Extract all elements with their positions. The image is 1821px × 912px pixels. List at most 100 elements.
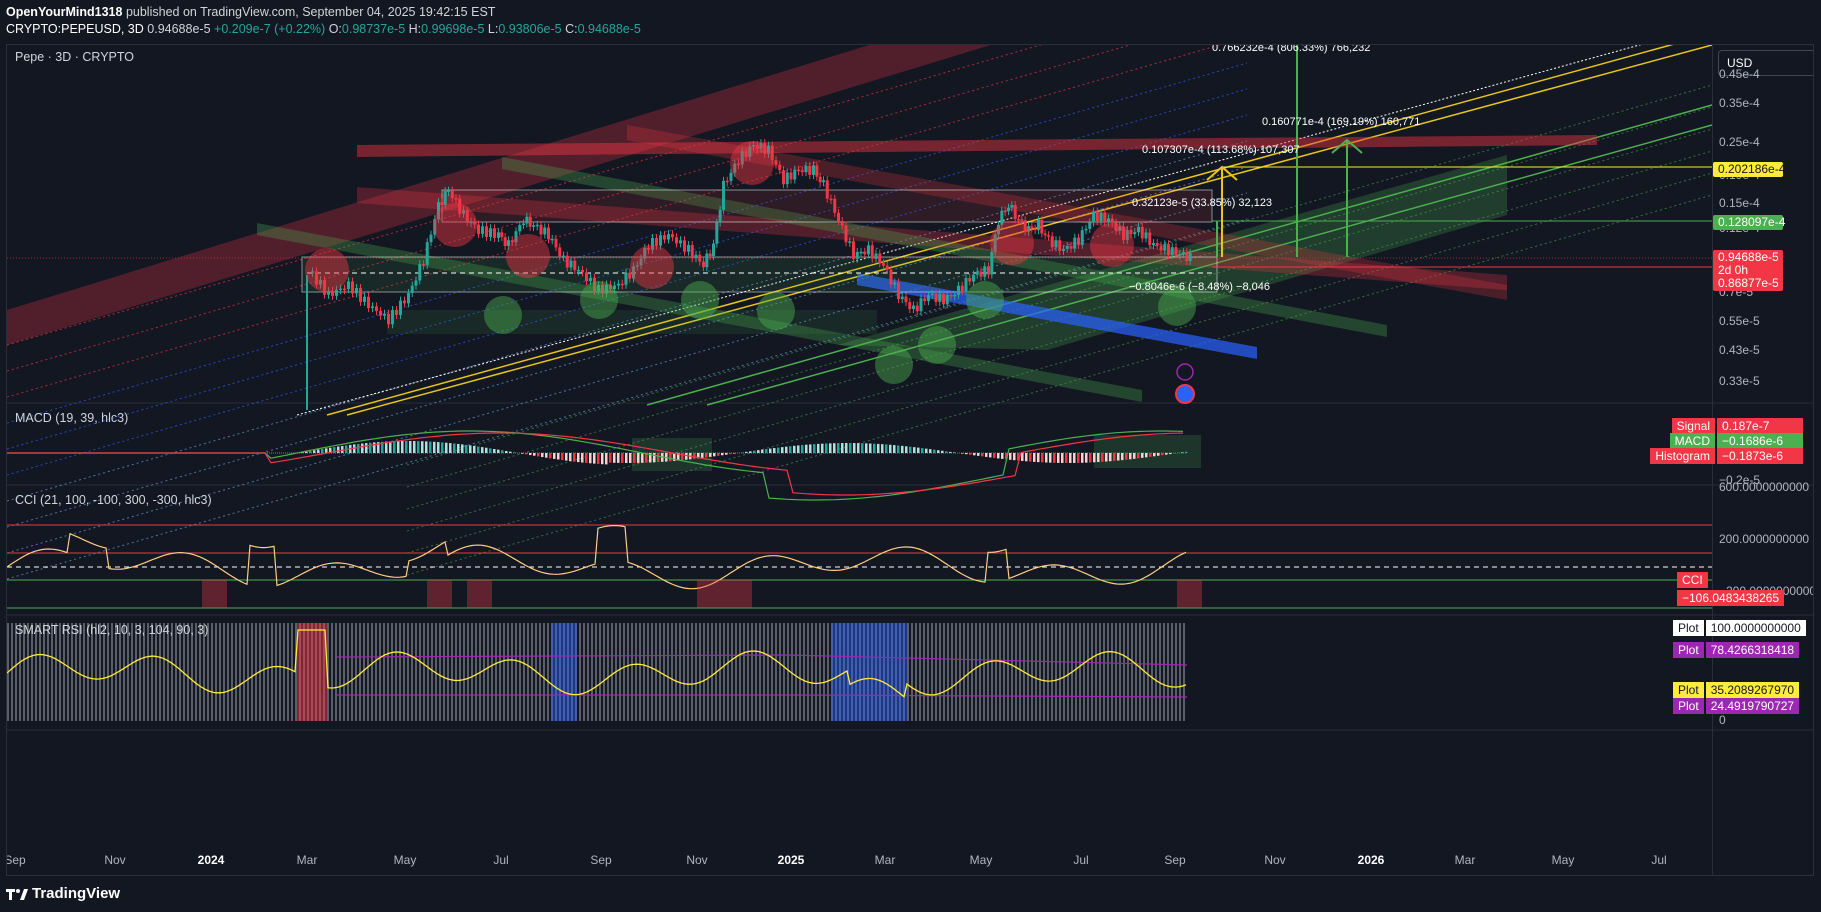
rsi-bar bbox=[1119, 623, 1121, 721]
rsi-bar bbox=[811, 623, 813, 721]
rsi-row-label: Plot bbox=[1673, 698, 1704, 714]
candle-body bbox=[1040, 220, 1044, 234]
rsi-bar bbox=[39, 623, 41, 721]
candle-body bbox=[687, 245, 690, 252]
macd-histogram-bar bbox=[817, 443, 820, 453]
macd-histogram-bar bbox=[1149, 453, 1152, 457]
macd-histogram-bar bbox=[849, 443, 852, 453]
rsi-bar bbox=[515, 623, 517, 721]
candle-body bbox=[1069, 246, 1073, 249]
candle-body bbox=[870, 245, 874, 259]
lightning-icon bbox=[1176, 363, 1194, 381]
rsi-bar bbox=[491, 623, 493, 721]
macd-histogram-bar bbox=[477, 446, 480, 453]
tradingview-logo[interactable]: TradingView bbox=[6, 885, 120, 902]
candle-body bbox=[949, 294, 953, 297]
macd-histogram-bar bbox=[701, 453, 704, 458]
macd-histogram-bar bbox=[1109, 453, 1112, 462]
rsi-bar bbox=[411, 623, 413, 721]
macd-histogram-bar bbox=[629, 453, 632, 463]
swing-high-marker bbox=[506, 234, 550, 278]
rsi-bar bbox=[1171, 623, 1173, 721]
rsi-bar bbox=[455, 623, 457, 721]
macd-histogram-bar bbox=[625, 453, 628, 463]
candle-body bbox=[833, 198, 837, 213]
rsi-bar bbox=[467, 623, 469, 721]
candle-body bbox=[1017, 219, 1020, 221]
macd-histogram-bar bbox=[561, 453, 564, 461]
rsi-bar bbox=[599, 623, 601, 721]
candle-body bbox=[829, 198, 833, 201]
macd-histogram-bar bbox=[881, 444, 884, 453]
rsi-bar bbox=[979, 623, 981, 721]
rsi-bar bbox=[443, 623, 445, 721]
candle-body bbox=[953, 294, 957, 297]
candle-body bbox=[972, 274, 975, 282]
macd-histogram-bar bbox=[837, 443, 840, 453]
rsi-bar bbox=[1003, 623, 1005, 721]
rsi-bar bbox=[1167, 623, 1169, 721]
candle-body bbox=[558, 247, 562, 257]
macd-histogram-bar bbox=[693, 453, 696, 459]
rsi-bar bbox=[371, 623, 373, 721]
rsi-row-label: Plot bbox=[1673, 682, 1704, 698]
time-axis-label: Sep bbox=[6, 853, 26, 867]
macd-histogram-bar bbox=[1113, 453, 1116, 461]
macd-histogram-bar bbox=[505, 450, 508, 453]
swing-low-marker bbox=[966, 281, 1004, 319]
macd-histogram-bar bbox=[1105, 453, 1108, 462]
time-axis-label: Nov bbox=[104, 853, 126, 867]
swing-low-marker bbox=[757, 292, 795, 330]
rsi-bar bbox=[1087, 623, 1089, 721]
chart-canvas[interactable] bbox=[7, 45, 1814, 876]
rsi-bar bbox=[143, 623, 145, 721]
macd-histogram-bar bbox=[1037, 453, 1040, 463]
candle-body bbox=[477, 224, 480, 234]
rsi-bar bbox=[931, 623, 933, 721]
published-text: published on TradingView.com, September … bbox=[125, 5, 496, 19]
time-axis-label: Sep bbox=[590, 853, 612, 867]
macd-histogram-bar bbox=[921, 448, 924, 453]
macd-histogram-bar bbox=[525, 453, 528, 455]
candle-body bbox=[1054, 240, 1058, 248]
candle-body bbox=[725, 180, 729, 183]
author-name[interactable]: OpenYourMind1318 bbox=[6, 5, 122, 19]
rsi-bar bbox=[423, 623, 425, 721]
rsi-bar bbox=[59, 623, 61, 721]
macd-histogram-bar bbox=[841, 443, 844, 453]
cci-value-row: CCI −106.0483438265 bbox=[1677, 571, 1813, 607]
candle-body bbox=[1107, 218, 1110, 223]
rsi-bar bbox=[751, 623, 753, 721]
candle-body bbox=[399, 300, 402, 315]
rsi-bar bbox=[1047, 623, 1049, 721]
macd-histogram-bar bbox=[421, 441, 424, 453]
rsi-bar bbox=[699, 623, 701, 721]
macd-histogram-bar bbox=[545, 453, 548, 458]
rsi-bar bbox=[679, 623, 681, 721]
candle-body bbox=[659, 235, 662, 246]
candle-body bbox=[624, 272, 628, 285]
macd-histogram-bar bbox=[993, 453, 996, 458]
candle-body bbox=[983, 266, 987, 277]
rsi-bar bbox=[1107, 623, 1109, 721]
main-pane-title: Pepe · 3D · CRYPTO bbox=[15, 50, 135, 64]
chart-frame[interactable]: Pepe · 3D · CRYPTO USD 0.45e-4 0.35e-4 0.2… bbox=[6, 44, 1814, 876]
rsi-bar bbox=[367, 623, 369, 721]
cci-label: CCI bbox=[1677, 572, 1708, 588]
rsi-bar bbox=[1031, 623, 1033, 721]
rsi-bar bbox=[759, 623, 761, 721]
macd-histogram-bar bbox=[777, 447, 780, 453]
macd-histogram-bar bbox=[325, 448, 328, 453]
rsi-bar bbox=[1099, 623, 1101, 721]
candle-body bbox=[1167, 244, 1170, 255]
rsi-bar bbox=[151, 623, 153, 721]
macd-histogram-bar bbox=[449, 443, 452, 453]
candle-body bbox=[1033, 228, 1037, 231]
rsi-bar bbox=[775, 623, 777, 721]
time-axis-label: May bbox=[393, 853, 417, 867]
candle-body bbox=[655, 238, 658, 246]
rsi-bar bbox=[499, 623, 501, 721]
candle-body bbox=[1058, 240, 1062, 251]
macd-histogram-bar bbox=[317, 449, 320, 453]
macd-histogram-bar bbox=[813, 444, 816, 453]
